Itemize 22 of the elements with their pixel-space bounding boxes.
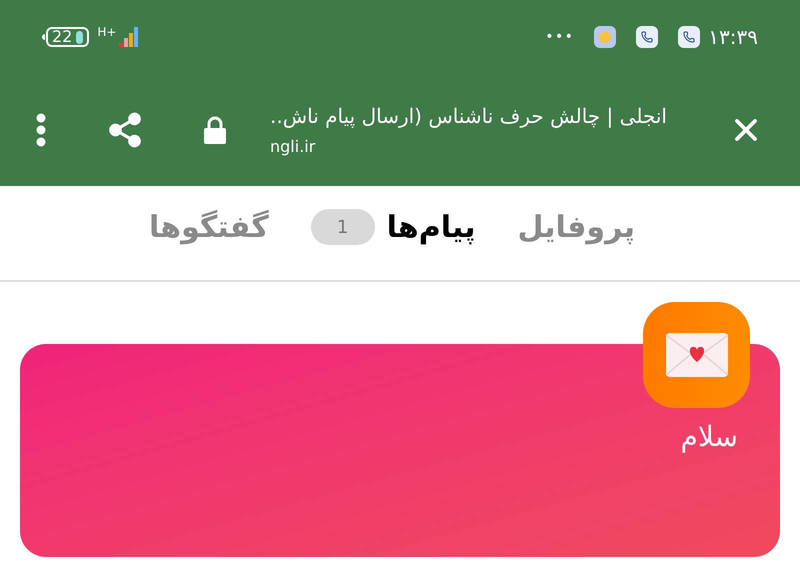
tab[interactable]: پروفایل xyxy=(517,204,635,250)
lock-icon xyxy=(204,116,226,144)
page-url: ngli.ir xyxy=(270,136,316,158)
share-button[interactable] xyxy=(106,111,144,149)
envelope-app-icon xyxy=(643,302,750,408)
page-title: انجلی | چالش حرف ناشناس (ارسال پیام ناش.. xyxy=(270,103,667,130)
more-options-button[interactable] xyxy=(36,113,46,147)
tab[interactable]: پیام‌ها xyxy=(386,204,476,250)
clock: ۱۳:۳۹ xyxy=(708,24,758,51)
phone-icon xyxy=(678,26,700,48)
network-type: H+ xyxy=(97,26,116,38)
tab[interactable]: گفتگوها xyxy=(149,204,269,250)
message-text: سلام xyxy=(680,420,738,453)
battery-fill xyxy=(76,30,84,44)
signal-icon xyxy=(118,26,140,48)
battery-level: 22 xyxy=(52,29,72,45)
count-badge: 1 xyxy=(310,209,375,245)
share-icon xyxy=(106,111,144,149)
phone-icon xyxy=(636,26,658,48)
more-icon xyxy=(36,113,46,147)
notification-app-icon xyxy=(594,26,616,48)
more-notifications: ••• xyxy=(545,28,574,46)
